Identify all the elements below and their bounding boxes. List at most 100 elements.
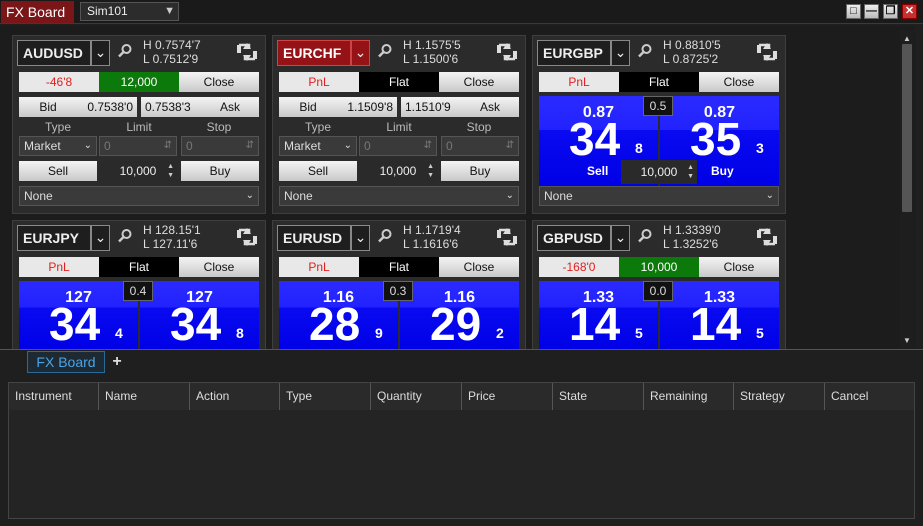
search-icon[interactable] (377, 43, 393, 59)
quantity-stepper[interactable]: 10,000 ▲ ▼ (99, 161, 177, 181)
quantity-stepper[interactable]: 10,000 ▲ ▼ (359, 161, 437, 181)
reverse-position-icon[interactable] (235, 42, 259, 62)
col-quantity[interactable]: Quantity (371, 383, 462, 410)
account-value: Sim101 (87, 4, 128, 18)
stop-price-input[interactable]: 0 ⇵ (181, 136, 259, 156)
scroll-down-icon[interactable]: ▼ (902, 335, 912, 347)
buy-button[interactable]: Buy (441, 161, 519, 181)
bid-price: 0.7538'0 (77, 97, 137, 117)
col-cancel[interactable]: Cancel (825, 383, 914, 410)
quantity-stepper[interactable]: 10,000 ▲ ▼ (621, 160, 697, 184)
sell-button[interactable]: Sell (19, 161, 97, 181)
instrument-selector[interactable]: EURUSD (277, 225, 351, 251)
buy-price-button[interactable]: 1.33 14 5 (660, 281, 779, 349)
close-button[interactable]: Close (179, 257, 259, 277)
sell-price-button[interactable]: 127 34 4 (19, 281, 138, 349)
reverse-position-icon[interactable] (755, 227, 779, 247)
instrument-selector[interactable]: EURJPY (17, 225, 91, 251)
bid-price: 1.1509'8 (337, 97, 397, 117)
chevron-down-icon[interactable]: ⌄ (611, 225, 630, 251)
instrument-selector[interactable]: EURGBP (537, 40, 611, 66)
strategy-select[interactable]: None ⌄ (19, 186, 259, 206)
high-price: H 128.15'1 (143, 223, 201, 237)
sell-price-button[interactable]: 1.33 14 5 (539, 281, 658, 349)
chevron-down-icon[interactable]: ⌄ (91, 40, 110, 66)
order-type-select[interactable]: Market ⌄ (19, 136, 97, 156)
pnl-value: -168'0 (539, 257, 619, 277)
col-instrument[interactable]: Instrument (9, 383, 99, 410)
tile-eurjpy: EURJPY ⌄ H 128.15'1 L 127.11'6 PnL Flat C… (12, 220, 266, 349)
tab-fx-board[interactable]: FX Board (27, 351, 105, 373)
minimize-button[interactable]: — (864, 4, 879, 19)
col-price[interactable]: Price (462, 383, 553, 410)
board-scrollbar[interactable]: ▲ ▼ (900, 30, 914, 349)
limit-price-input[interactable]: 0 ⇵ (359, 136, 437, 156)
stop-label: Stop (206, 120, 232, 134)
bid-pips: 34 (49, 298, 101, 349)
search-icon[interactable] (637, 228, 653, 244)
maximize-button[interactable]: ❐ (883, 4, 898, 19)
pnl-value: PnL (539, 72, 619, 92)
title-bar: FX Board Sim101 ▼ □ — ❐ ✕ (0, 0, 923, 24)
add-tab-button[interactable]: + (108, 352, 126, 372)
chevron-down-icon[interactable]: ⌄ (351, 40, 370, 66)
window-title: FX Board (1, 1, 74, 23)
low-price: L 1.1500'6 (403, 52, 459, 66)
col-strategy[interactable]: Strategy (734, 383, 825, 410)
reverse-position-icon[interactable] (755, 42, 779, 62)
instrument-selector[interactable]: EURCHF (277, 40, 351, 66)
col-name[interactable]: Name (99, 383, 190, 410)
pnl-value: PnL (279, 257, 359, 277)
bid-pips: 28 (309, 298, 361, 349)
order-type-select[interactable]: Market ⌄ (279, 136, 357, 156)
chevron-down-icon[interactable]: ⌄ (91, 225, 110, 251)
tile-eurusd: EURUSD ⌄ H 1.1719'4 L 1.1616'6 PnL Flat C… (272, 220, 526, 349)
scroll-thumb[interactable] (902, 44, 912, 212)
buy-price-button[interactable]: 127 34 8 (140, 281, 259, 349)
high-price: H 1.1719'4 (403, 223, 461, 237)
sell-price-button[interactable]: 1.16 28 9 (279, 281, 398, 349)
high-price: H 1.1575'5 (403, 38, 461, 52)
bid-fraction: 4 (115, 325, 123, 341)
low-price: L 0.8725'2 (663, 52, 719, 66)
close-button[interactable]: Close (699, 257, 779, 277)
stop-price-input[interactable]: 0 ⇵ (441, 136, 519, 156)
search-icon[interactable] (637, 43, 653, 59)
account-selector[interactable]: Sim101 ▼ (80, 2, 179, 21)
search-icon[interactable] (377, 228, 393, 244)
type-label: Type (304, 120, 331, 134)
instrument-selector[interactable]: GBPUSD (537, 225, 611, 251)
chevron-down-icon[interactable]: ⌄ (351, 225, 370, 251)
buy-price-button[interactable]: 1.16 29 2 (400, 281, 519, 349)
col-state[interactable]: State (553, 383, 644, 410)
buy-button[interactable]: Buy (181, 161, 259, 181)
pnl-value: PnL (19, 257, 99, 277)
reverse-position-icon[interactable] (495, 42, 519, 62)
bid-label: Bid (279, 97, 337, 117)
limit-price-input[interactable]: 0 ⇵ (99, 136, 177, 156)
search-icon[interactable] (117, 228, 133, 244)
close-button[interactable]: Close (439, 72, 519, 92)
search-icon[interactable] (117, 43, 133, 59)
position-value: Flat (359, 257, 439, 277)
strategy-select[interactable]: None ⌄ (279, 186, 519, 206)
close-button[interactable]: Close (439, 257, 519, 277)
chevron-down-icon[interactable]: ⌄ (611, 40, 630, 66)
ask-label: Ask (201, 97, 259, 117)
ask-pips: 14 (690, 298, 742, 349)
reverse-position-icon[interactable] (495, 227, 519, 247)
restore-icon[interactable]: □ (846, 4, 861, 19)
instrument-selector[interactable]: AUDUSD (17, 40, 91, 66)
spread-value: 0.3 (383, 281, 413, 301)
close-button[interactable]: Close (699, 72, 779, 92)
close-button[interactable]: ✕ (902, 4, 917, 19)
close-button[interactable]: Close (179, 72, 259, 92)
col-remaining[interactable]: Remaining (644, 383, 734, 410)
bid-pips: 34 (569, 113, 621, 165)
col-type[interactable]: Type (280, 383, 371, 410)
strategy-select[interactable]: None ⌄ (539, 186, 779, 206)
sell-button[interactable]: Sell (279, 161, 357, 181)
col-action[interactable]: Action (190, 383, 280, 410)
reverse-position-icon[interactable] (235, 227, 259, 247)
high-price: H 0.8810'5 (663, 38, 721, 52)
